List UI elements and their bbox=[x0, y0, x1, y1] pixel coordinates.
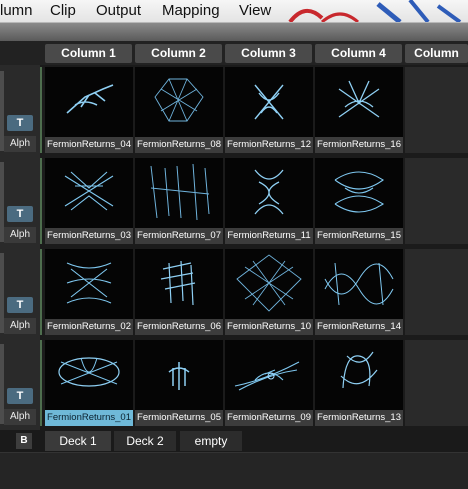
clip-slot[interactable]: FermionReturns_07 bbox=[135, 158, 223, 244]
column-header-5[interactable]: Column bbox=[405, 44, 468, 63]
empty-clip-slot[interactable] bbox=[405, 67, 468, 153]
clip-thumbnail bbox=[58, 357, 120, 387]
clip-slot-selected[interactable]: FermionReturns_01 bbox=[45, 340, 133, 426]
menu-clip[interactable]: Clip bbox=[50, 2, 76, 19]
deck-bar: B Deck 1 Deck 2 empty bbox=[0, 430, 468, 452]
clip-thumbnail bbox=[66, 262, 112, 304]
footer-panel bbox=[0, 452, 468, 489]
clip-slot[interactable]: FermionReturns_05 bbox=[135, 340, 223, 426]
clip-label: FermionReturns_10 bbox=[225, 319, 313, 335]
clip-thumbnail bbox=[234, 361, 300, 391]
layer-indicator bbox=[40, 158, 42, 244]
layer-indicator bbox=[40, 249, 42, 335]
clip-label: FermionReturns_02 bbox=[45, 319, 133, 335]
clip-label: FermionReturns_03 bbox=[45, 228, 133, 244]
clip-thumbnail bbox=[338, 80, 380, 118]
clip-thumbnail bbox=[236, 254, 302, 312]
clip-thumbnail bbox=[340, 351, 378, 389]
layer-blend-mode[interactable]: Alph bbox=[4, 409, 36, 425]
clip-slot[interactable]: FermionReturns_03 bbox=[45, 158, 133, 244]
clip-thumbnail bbox=[254, 169, 284, 215]
clip-label: FermionReturns_09 bbox=[225, 410, 313, 426]
clip-thumbnail bbox=[324, 262, 394, 306]
menu-bar: lumn Clip Output Mapping View bbox=[0, 0, 468, 23]
menu-mapping[interactable]: Mapping bbox=[162, 2, 220, 19]
deck-tab-empty[interactable]: empty bbox=[180, 431, 242, 451]
menu-output[interactable]: Output bbox=[96, 2, 141, 19]
layer-indicator bbox=[40, 67, 42, 153]
empty-clip-slot[interactable] bbox=[405, 340, 468, 426]
clip-thumbnail bbox=[64, 171, 114, 211]
clip-slot[interactable]: FermionReturns_10 bbox=[225, 249, 313, 335]
empty-clip-slot[interactable] bbox=[405, 158, 468, 244]
toolbar-strip bbox=[0, 23, 468, 41]
clip-label: FermionReturns_06 bbox=[135, 319, 223, 335]
deck-tab-2[interactable]: Deck 2 bbox=[114, 431, 176, 451]
clip-slot[interactable]: FermionReturns_08 bbox=[135, 67, 223, 153]
clip-thumbnail bbox=[66, 84, 114, 114]
clip-slot[interactable]: FermionReturns_09 bbox=[225, 340, 313, 426]
layer-blend-mode[interactable]: Alph bbox=[4, 136, 36, 152]
clip-slot[interactable]: FermionReturns_15 bbox=[315, 158, 403, 244]
column-header-row: Column 1 Column 2 Column 3 Column 4 Colu… bbox=[0, 41, 468, 65]
layer-row-2: T Alph FermionReturns_03 FermionReturns_… bbox=[0, 158, 468, 246]
clip-thumbnail bbox=[154, 78, 204, 122]
layer-transition-button[interactable]: T bbox=[7, 388, 33, 404]
clip-thumbnail bbox=[150, 163, 210, 221]
clip-label: FermionReturns_14 bbox=[315, 319, 403, 335]
column-header-1[interactable]: Column 1 bbox=[45, 44, 132, 63]
background-artwork bbox=[288, 0, 462, 22]
clip-thumbnail bbox=[160, 260, 196, 306]
clip-label: FermionReturns_04 bbox=[45, 137, 133, 153]
layer-transition-button[interactable]: T bbox=[7, 297, 33, 313]
clip-label: FermionReturns_07 bbox=[135, 228, 223, 244]
clip-label: FermionReturns_13 bbox=[315, 410, 403, 426]
layer-blend-mode[interactable]: Alph bbox=[4, 227, 36, 243]
clip-label: FermionReturns_01 bbox=[45, 410, 133, 426]
menu-column[interactable]: lumn bbox=[0, 2, 33, 19]
clip-thumbnail bbox=[334, 171, 384, 213]
clip-label: FermionReturns_15 bbox=[315, 228, 403, 244]
clip-slot[interactable]: FermionReturns_04 bbox=[45, 67, 133, 153]
clip-label: FermionReturns_08 bbox=[135, 137, 223, 153]
column-header-3[interactable]: Column 3 bbox=[225, 44, 312, 63]
bypass-button[interactable]: B bbox=[16, 433, 32, 449]
column-header-4[interactable]: Column 4 bbox=[315, 44, 402, 63]
clip-slot[interactable]: FermionReturns_16 bbox=[315, 67, 403, 153]
clip-slot[interactable]: FermionReturns_14 bbox=[315, 249, 403, 335]
empty-clip-slot[interactable] bbox=[405, 249, 468, 335]
layer-transition-button[interactable]: T bbox=[7, 115, 33, 131]
layer-transition-button[interactable]: T bbox=[7, 206, 33, 222]
clip-label: FermionReturns_11 bbox=[225, 228, 313, 244]
clip-label: FermionReturns_16 bbox=[315, 137, 403, 153]
deck-tab-1[interactable]: Deck 1 bbox=[45, 431, 111, 451]
clip-thumbnail bbox=[168, 362, 190, 390]
clip-label: FermionReturns_12 bbox=[225, 137, 313, 153]
layer-blend-mode[interactable]: Alph bbox=[4, 318, 36, 334]
layer-row-3: T Alph FermionReturns_02 FermionReturns_… bbox=[0, 249, 468, 337]
clip-label: FermionReturns_05 bbox=[135, 410, 223, 426]
clip-slot[interactable]: FermionReturns_11 bbox=[225, 158, 313, 244]
clip-slot[interactable]: FermionReturns_13 bbox=[315, 340, 403, 426]
clip-slot[interactable]: FermionReturns_12 bbox=[225, 67, 313, 153]
layer-indicator bbox=[40, 340, 42, 426]
clip-slot[interactable]: FermionReturns_02 bbox=[45, 249, 133, 335]
column-header-2[interactable]: Column 2 bbox=[135, 44, 222, 63]
layer-row-1: T Alph FermionReturns_04 FermionReturns_… bbox=[0, 67, 468, 155]
clip-slot[interactable]: FermionReturns_06 bbox=[135, 249, 223, 335]
clip-thumbnail bbox=[254, 84, 284, 120]
layer-row-4: T Alph FermionReturns_01 FermionReturns_… bbox=[0, 340, 468, 428]
